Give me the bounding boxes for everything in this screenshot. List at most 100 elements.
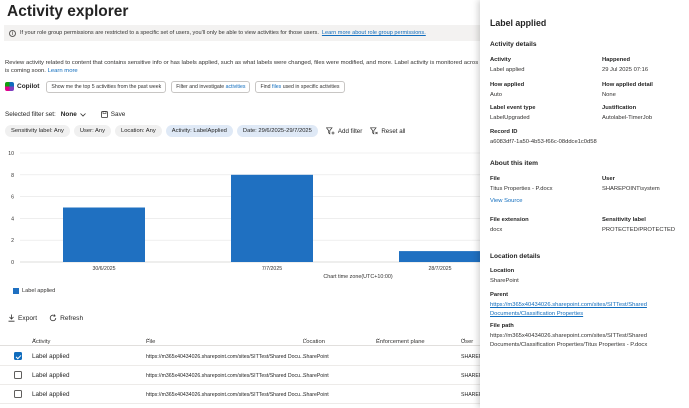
location-label: Location xyxy=(490,268,515,274)
role-group-permissions-link[interactable]: Learn more about role group permissions. xyxy=(322,30,426,36)
copilot-icon xyxy=(5,82,14,91)
bar[interactable] xyxy=(231,174,313,262)
table-actions: Export Refresh xyxy=(8,314,83,322)
file-value: Titus Properties - P.docx xyxy=(490,186,553,192)
how-applied-detail-value: None xyxy=(602,92,616,98)
activity-label: Activity xyxy=(490,57,511,63)
file-path-value: https://m365x40434026.sharepoint.com/sit… xyxy=(490,333,648,348)
info-icon: i xyxy=(9,29,16,37)
activity-chart: 0 2 4 6 8 10 30/6/2025 7/7/2025 28/7/2025 Chart t… xyxy=(8,151,480,280)
export-button[interactable]: Export xyxy=(8,314,37,322)
row-activity: Label applied xyxy=(32,353,70,360)
y-tick-label: 4 xyxy=(11,216,14,222)
happened-value: 29 Jul 2025 07:16 xyxy=(602,67,649,73)
column-header-user[interactable]: User ⌄ xyxy=(461,336,473,345)
page-description: Review activity related to content that … xyxy=(5,59,480,75)
row-checkbox[interactable] xyxy=(14,390,22,398)
row-checkbox[interactable] xyxy=(14,371,22,379)
prompt-highlight: activities xyxy=(225,83,246,90)
x-tick-label: 30/6/2025 xyxy=(92,266,115,272)
table-row[interactable]: Label applied https://m365x40434026.shar… xyxy=(0,366,486,385)
panel-title: Label applied xyxy=(490,18,547,28)
copilot-logo: Copilot xyxy=(5,82,39,91)
save-label: Save xyxy=(110,111,126,118)
label-event-type-value: LabelUpgraded xyxy=(490,115,530,121)
view-source-link[interactable]: View Source xyxy=(490,198,522,204)
y-tick-label: 0 xyxy=(11,260,14,266)
x-axis-label: Chart time zone(UTC+10:00) xyxy=(323,274,393,280)
happened-label: Happened xyxy=(602,57,631,63)
column-label: File xyxy=(146,339,156,345)
add-filter-button[interactable]: Add filter xyxy=(325,127,363,135)
save-filter-set-button[interactable]: Save xyxy=(100,111,126,118)
column-label: Activity xyxy=(32,339,51,345)
refresh-button[interactable]: Refresh xyxy=(49,314,83,322)
sensitivity-label-value: PROTECTED/PROTECTED xyxy=(602,227,676,233)
row-file: https://m365x40434026.sharepoint.com/sit… xyxy=(146,392,305,398)
column-label: Location xyxy=(303,339,325,345)
export-label: Export xyxy=(18,314,38,322)
refresh-label: Refresh xyxy=(60,314,84,322)
column-header-file[interactable]: File ⌄ xyxy=(146,336,155,345)
reset-icon xyxy=(370,127,379,135)
label-event-type-label: Label event type xyxy=(490,105,536,111)
chevron-down-icon xyxy=(79,112,86,117)
table-row[interactable]: Label applied https://m365x40434026.shar… xyxy=(0,385,482,404)
how-applied-detail-label: How applied detail xyxy=(602,82,653,88)
row-checkbox[interactable] xyxy=(14,352,22,360)
filter-activity[interactable]: Activity: LabelApplied xyxy=(165,125,233,137)
filter-set-dropdown[interactable]: None xyxy=(61,111,77,118)
save-icon xyxy=(100,111,108,118)
user-value: SHAREPOINT\system xyxy=(602,186,660,192)
chart-legend: Label applied xyxy=(13,288,55,294)
sensitivity-label-label: Sensitivity label xyxy=(602,217,646,223)
filter-location[interactable]: Location: Any xyxy=(114,125,162,137)
how-applied-label: How applied xyxy=(490,82,525,88)
copilot-label: Copilot xyxy=(17,83,40,90)
bar[interactable] xyxy=(63,207,145,263)
reset-all-button[interactable]: Reset all xyxy=(370,127,405,135)
y-tick-label: 10 xyxy=(8,151,14,157)
filter-set-label: Selected filter set: xyxy=(5,111,56,118)
prompt-text: used in specific activities xyxy=(281,83,340,90)
activity-detail-panel: Label applied Activity details Activity … xyxy=(480,0,689,408)
row-file: https://m365x40434026.sharepoint.com/sit… xyxy=(146,354,305,360)
refresh-icon xyxy=(49,314,57,322)
parent-link[interactable]: https://m365x40434026.sharepoint.com/sit… xyxy=(490,301,684,319)
column-label: Enforcement plane xyxy=(376,339,425,345)
description-text-line2: is coming soon. xyxy=(5,68,46,74)
justification-label: Justification xyxy=(602,105,637,111)
filter-date[interactable]: Date: 29/6/2025-29/7/2025 xyxy=(236,125,318,137)
add-filter-label: Add filter xyxy=(337,127,363,135)
file-extension-value: docx xyxy=(490,227,503,233)
user-label: User xyxy=(602,176,615,182)
export-icon xyxy=(8,314,15,322)
prompt-highlight: files xyxy=(272,83,282,90)
row-activity: Label applied xyxy=(32,372,70,379)
bar[interactable] xyxy=(399,251,480,262)
location-value: SharePoint xyxy=(490,278,519,284)
column-header-enforcement-plane[interactable]: Enforcement plane ⌄ xyxy=(376,336,425,345)
learn-more-link[interactable]: Learn more xyxy=(48,68,78,74)
filter-sensitivity-label[interactable]: Sensitivity label: Any xyxy=(5,125,70,137)
activity-details-heading: Activity details xyxy=(490,41,537,48)
parent-label: Parent xyxy=(490,292,509,298)
copilot-prompt-top-activities[interactable]: Show me the top 5 activities from the pa… xyxy=(46,80,167,93)
row-activity: Label applied xyxy=(32,391,70,398)
column-header-activity[interactable]: Activity ⌄ xyxy=(32,336,50,345)
justification-value: Autolabel-TimerJob xyxy=(602,115,653,121)
column-header-location[interactable]: Location ⌄ xyxy=(303,336,325,345)
file-extension-label: File extension xyxy=(490,217,529,223)
filter-user[interactable]: User: Any xyxy=(73,125,111,137)
page-title: Activity explorer xyxy=(7,3,129,20)
copilot-prompt-filter-activities[interactable]: Filter and investigate activities xyxy=(171,80,251,93)
location-details-heading: Location details xyxy=(490,253,541,260)
copilot-prompt-find-files[interactable]: Find files used in specific activities xyxy=(255,80,345,93)
legend-label[interactable]: Label applied xyxy=(22,288,55,294)
y-tick-label: 8 xyxy=(11,173,14,179)
filter-set-selector: Selected filter set: None Save xyxy=(5,111,125,118)
row-location: SharePoint xyxy=(303,392,329,398)
y-tick-label: 6 xyxy=(11,195,14,201)
table-row[interactable]: Label applied https://m365x40434026.shar… xyxy=(0,347,486,366)
file-label: File xyxy=(490,176,500,182)
